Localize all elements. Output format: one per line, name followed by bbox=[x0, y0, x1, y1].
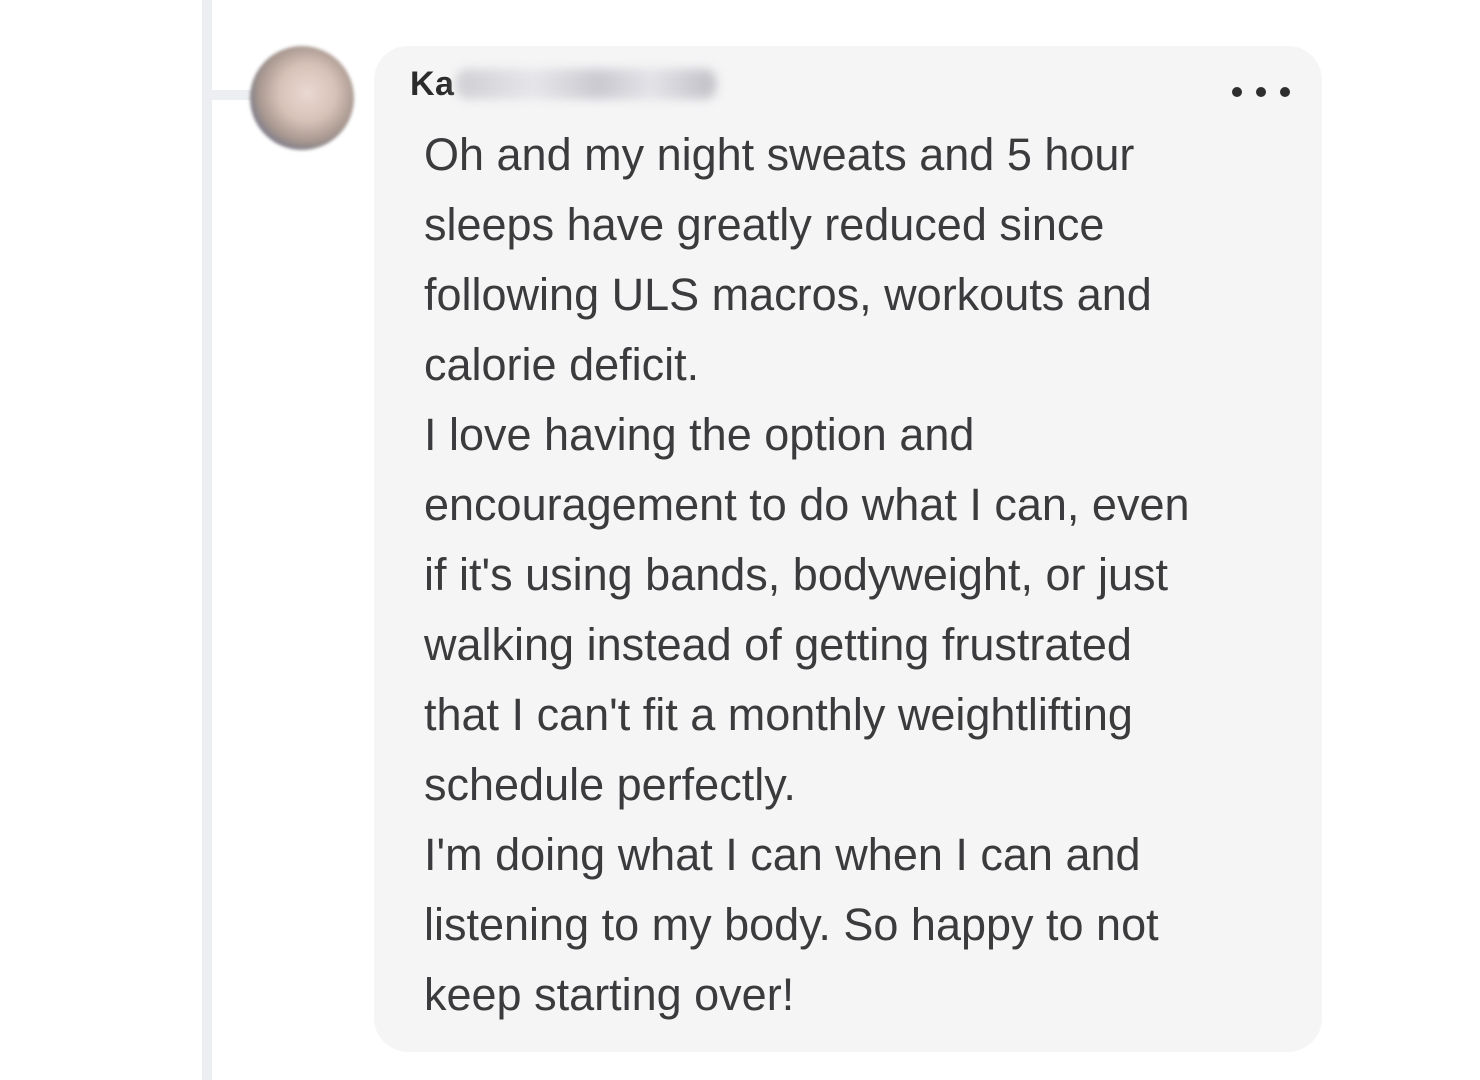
comment-line: keep starting over! bbox=[424, 969, 795, 1020]
author-name[interactable]: Ka bbox=[410, 65, 454, 104]
ellipsis-icon bbox=[1280, 87, 1290, 97]
thread-connector-line bbox=[202, 0, 212, 1080]
comment-line: if it's using bands, bodyweight, or just bbox=[424, 549, 1168, 600]
ellipsis-icon bbox=[1232, 87, 1242, 97]
comment-line: I love having the option and bbox=[424, 409, 975, 460]
comment-line: listening to my body. So happy to not bbox=[424, 899, 1159, 950]
author-name-redaction bbox=[456, 69, 717, 99]
comment-thread: Ka Oh and my night sweats and 5 hour sle… bbox=[0, 0, 1480, 1080]
comment-line: walking instead of getting frustrated bbox=[424, 619, 1132, 670]
ellipsis-icon bbox=[1256, 87, 1266, 97]
comment-line: following ULS macros, workouts and bbox=[424, 269, 1152, 320]
comment-line: calorie deficit. bbox=[424, 339, 700, 390]
avatar[interactable] bbox=[250, 46, 354, 150]
comment-line: I'm doing what I can when I can and bbox=[424, 829, 1141, 880]
comment-line: Oh and my night sweats and 5 hour bbox=[424, 129, 1135, 180]
more-options-button[interactable] bbox=[1232, 78, 1290, 106]
comment-author[interactable]: Ka bbox=[410, 62, 717, 106]
comment-text: Oh and my night sweats and 5 hour sleeps… bbox=[424, 120, 1304, 1030]
comment-line: that I can't fit a monthly weightlifting bbox=[424, 689, 1133, 740]
comment-line: encouragement to do what I can, even bbox=[424, 479, 1190, 530]
comment-line: schedule perfectly. bbox=[424, 759, 796, 810]
comment-line: sleeps have greatly reduced since bbox=[424, 199, 1105, 250]
